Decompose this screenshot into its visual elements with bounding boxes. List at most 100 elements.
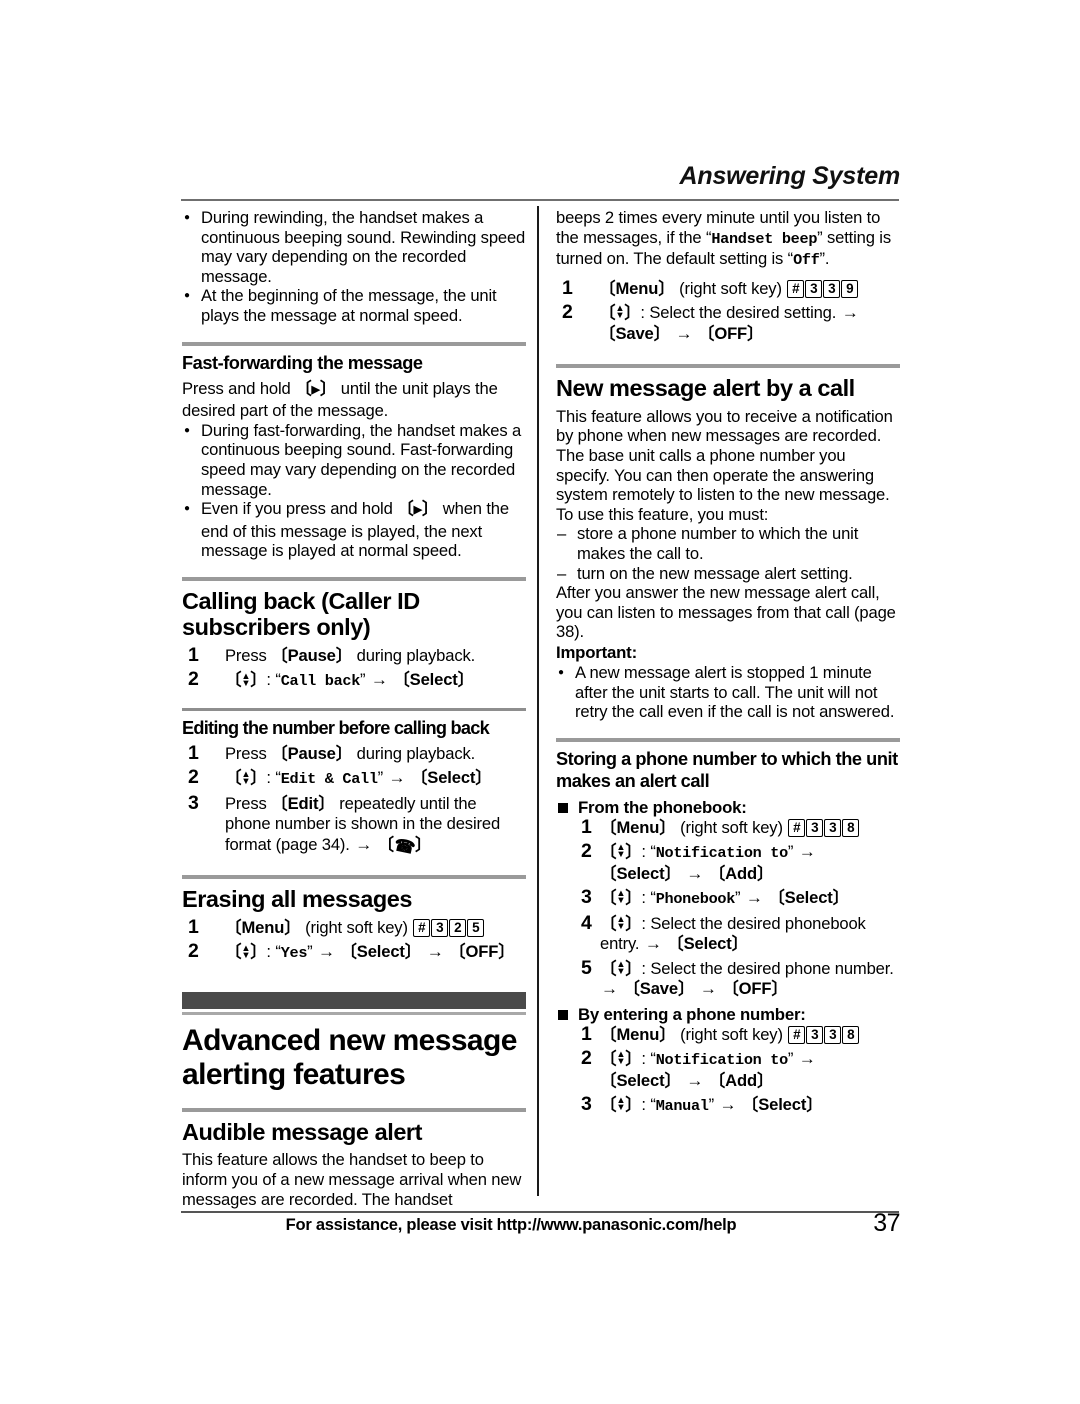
text: during playback. bbox=[352, 743, 476, 763]
text: Press and hold bbox=[182, 378, 296, 398]
up-down-arrow-icon: ▲ ▼ bbox=[616, 913, 626, 932]
step-item: 〔 ▲ ▼ 〕: Select the desired setting. → 〔Sav… bbox=[562, 302, 859, 343]
step-item: 〔 ▲ ▼ 〕: “Notification to” → 〔Select〕 → 〔Add… bbox=[581, 1048, 816, 1090]
arrow-icon: → bbox=[601, 979, 618, 999]
footer-assistance-text: For assistance, please visit http://www.… bbox=[285, 1216, 737, 1234]
key-label: Add bbox=[725, 863, 757, 883]
new-message-alert-body: This feature allows you to receive a not… bbox=[556, 406, 893, 505]
key-pause: 〔Pause〕 bbox=[271, 743, 353, 763]
text: during playback. bbox=[352, 645, 476, 665]
arrow-icon: → bbox=[686, 863, 704, 883]
up-down-arrow-icon: ▲ ▼ bbox=[241, 768, 251, 787]
heading-storing-phone-number: Storing a phone number to which the unit… bbox=[556, 748, 898, 791]
page-number: 37 bbox=[873, 1209, 900, 1237]
step-item: Press 〔Pause〕 during playback. bbox=[182, 743, 526, 765]
use-feature-intro: To use this feature, you must: bbox=[556, 504, 769, 524]
keycap-digit: 3 bbox=[824, 818, 842, 837]
audible-alert-body: This feature allows the handset to beep … bbox=[182, 1150, 522, 1209]
key-save: 〔Save〕 bbox=[623, 979, 695, 999]
step-item: 〔 ▲ ▼ 〕: “Manual” → 〔Select〕 bbox=[581, 1094, 823, 1116]
setting-name: Handset beep bbox=[711, 229, 818, 248]
arrow-icon: → bbox=[686, 1070, 704, 1090]
list-item: turn on the new message alert setting. bbox=[556, 564, 900, 584]
arrow-icon: → bbox=[699, 979, 717, 999]
keycap-digit: 3 bbox=[805, 279, 823, 298]
section-rule bbox=[182, 1107, 526, 1112]
arrow-icon: → bbox=[388, 768, 406, 788]
navigator-key: 〔 ▲ ▼ 〕 bbox=[600, 958, 642, 978]
keycap-digit: 3 bbox=[806, 818, 824, 837]
key-select: 〔Select〕 bbox=[667, 934, 749, 954]
chapter-bar bbox=[182, 991, 526, 1009]
keycap-digit: 8 bbox=[842, 818, 860, 837]
arrow-icon: → bbox=[426, 942, 444, 962]
key-menu: 〔Menu〕 bbox=[599, 278, 675, 298]
menu-item-text: Manual bbox=[655, 1097, 709, 1116]
arrow-icon: → bbox=[841, 303, 859, 323]
key-label: OFF bbox=[738, 979, 772, 999]
manual-page: Answering System During rewinding, the h… bbox=[0, 0, 1080, 1404]
navigator-key: 〔 ▲ ▼ 〕 bbox=[225, 670, 267, 690]
key-label: OFF bbox=[465, 942, 499, 962]
soft-key-note: (right soft key) bbox=[680, 1024, 783, 1044]
chapter-bar-thin bbox=[182, 1011, 526, 1015]
key-label: OFF bbox=[714, 323, 748, 343]
running-head: Answering System bbox=[679, 162, 901, 190]
soft-key-note: (right soft key) bbox=[680, 817, 783, 837]
keycap-hash: # bbox=[788, 1025, 806, 1044]
keycap-hash: # bbox=[787, 279, 805, 298]
editing-number-steps: Press 〔Pause〕 during playback. 〔 ▲ ▼ 〕: “Ed… bbox=[182, 743, 526, 858]
erasing-steps: 〔Menu〕 (right soft key) #3 2 5 〔 ▲ ▼ 〕: “Yes”… bbox=[182, 917, 526, 964]
subsection-rule bbox=[182, 707, 526, 711]
keycap-digit: 3 bbox=[431, 918, 449, 937]
list-item: A new message alert is stopped 1 minute … bbox=[556, 662, 900, 722]
heading-erasing-all: Erasing all messages bbox=[182, 886, 413, 913]
key-label: Save bbox=[639, 979, 678, 999]
heading-editing-number: Editing the number before calling back bbox=[182, 717, 490, 738]
top-bullet-list: During rewinding, the handset makes a co… bbox=[182, 207, 526, 326]
key-edit: 〔Edit〕 bbox=[271, 793, 335, 813]
play-icon: ▶ bbox=[311, 383, 320, 396]
heading-new-message-alert: New message alert by a call bbox=[556, 375, 855, 402]
section-rule bbox=[182, 341, 526, 346]
key-label: Menu bbox=[241, 917, 285, 937]
step-item: 〔Menu〕 (right soft key) #3 3 8 bbox=[556, 817, 900, 839]
menu-item-text: Call back bbox=[280, 672, 361, 691]
navigator-key: 〔 ▲ ▼ 〕 bbox=[600, 913, 642, 933]
list-item: Even if you press and hold 〔▶〕 when the … bbox=[182, 498, 526, 561]
keycap-hash: # bbox=[413, 918, 431, 937]
step-item: 〔 ▲ ▼ 〕: “Phonebook” → 〔Select〕 bbox=[581, 887, 850, 909]
list-item: store a phone number to which the unit m… bbox=[556, 524, 900, 563]
keycap-digit: 9 bbox=[841, 279, 859, 298]
key-save: 〔Save〕 bbox=[599, 323, 671, 343]
key-select: 〔Select〕 bbox=[600, 1070, 681, 1090]
key-label: Select bbox=[758, 1095, 807, 1115]
navigator-key: 〔 ▲ ▼ 〕 bbox=[599, 303, 641, 323]
navigator-key: 〔 ▲ ▼ 〕 bbox=[600, 1049, 642, 1069]
step-item: 〔 ▲ ▼ 〕: “Edit & Call” → 〔Select〕 bbox=[188, 767, 492, 789]
text: Select the desired phone number. bbox=[650, 958, 894, 978]
section-rule bbox=[182, 576, 526, 581]
calling-back-steps: Press 〔Pause〕 during playback. 〔 ▲ ▼ 〕: “Ca… bbox=[182, 645, 526, 692]
text: Even if you press and hold bbox=[201, 499, 398, 519]
key-label: Menu bbox=[616, 1024, 660, 1044]
section-rule bbox=[556, 737, 900, 742]
key-select: 〔Select〕 bbox=[768, 888, 850, 908]
key-select: 〔Select〕 bbox=[600, 863, 681, 883]
key-select: 〔Select〕 bbox=[340, 942, 422, 962]
text: Select the desired setting. bbox=[649, 303, 837, 323]
handset-beep-steps: 〔Menu〕 (right soft key) #3 3 9 〔 ▲ ▼ 〕: Selec… bbox=[556, 278, 900, 345]
up-down-arrow-icon: ▲ ▼ bbox=[616, 888, 626, 907]
heading-fast-forwarding: Fast-forwarding the message bbox=[182, 352, 423, 373]
key-label: Select bbox=[427, 768, 476, 788]
right-column: beeps 2 times every minute until you lis… bbox=[556, 208, 900, 1121]
step-item: 〔 ▲ ▼ 〕: “Call back” → 〔Select〕 bbox=[188, 669, 475, 691]
arrow-icon: → bbox=[370, 670, 388, 690]
key-label: Save bbox=[615, 323, 654, 343]
heading-audible-alert: Audible message alert bbox=[182, 1118, 423, 1145]
navigator-key: 〔 ▲ ▼ 〕 bbox=[600, 1095, 642, 1115]
up-down-arrow-icon: ▲ ▼ bbox=[615, 303, 625, 322]
step-item: 〔 ▲ ▼ 〕: “Yes” → 〔Select〕 → 〔OFF〕 bbox=[188, 941, 515, 963]
play-icon: ▶ bbox=[413, 504, 422, 517]
navigator-key: 〔 ▲ ▼ 〕 bbox=[600, 842, 642, 862]
